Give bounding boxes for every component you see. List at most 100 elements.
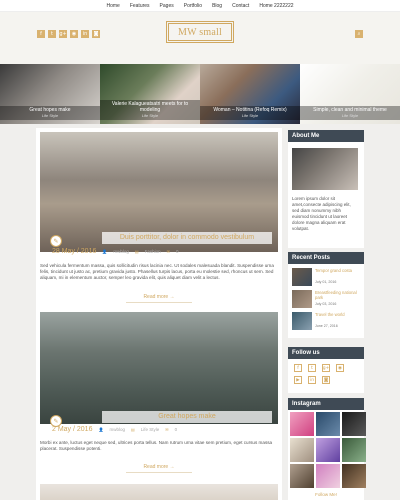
instagram-photo[interactable] xyxy=(316,412,340,436)
nav-blog[interactable]: Blog xyxy=(212,3,222,9)
follow-us-widget: Follow us f t g+ ◉ ▶ in ◙ xyxy=(288,347,364,393)
post-list: Duis porttitor, dolor in commodo vestibu… xyxy=(36,128,282,500)
nav-pages[interactable]: Pages xyxy=(160,3,174,9)
post-category[interactable]: Fashion xyxy=(145,249,161,254)
top-nav: Home Features Pages Portfolio Blog Conta… xyxy=(0,0,400,12)
instagram-photo[interactable] xyxy=(290,412,314,436)
rss-icon[interactable]: ◉ xyxy=(336,364,344,372)
user-icon: 👤 xyxy=(102,248,108,254)
google-plus-icon[interactable]: g+ xyxy=(59,30,67,38)
slide-2[interactable]: Valerie Kalagueatsatri meets for to mode… xyxy=(100,64,200,124)
widget-heading: Follow us xyxy=(288,347,364,359)
facebook-icon[interactable]: f xyxy=(37,30,45,38)
slide-category: Life Style xyxy=(141,113,159,118)
instagram-follow-link[interactable]: Follow Me! xyxy=(288,492,364,497)
instagram-icon[interactable]: ◙ xyxy=(92,30,100,38)
slide-caption: Woman – Notitina (Refoq Remix) Life Styl… xyxy=(200,106,300,120)
recent-post-title[interactable]: Tempor grand costa xyxy=(315,268,359,273)
featured-slider: Great hopes make Life Style Valerie Kala… xyxy=(0,64,400,124)
youtube-icon[interactable]: ▶ xyxy=(294,376,302,384)
instagram-photo[interactable] xyxy=(290,438,314,462)
slide-4[interactable]: Simple, clean and minimal theme Life Sty… xyxy=(300,64,400,124)
recent-post-title[interactable]: Breastfeeding national park xyxy=(315,290,359,300)
post-comments[interactable]: 0 xyxy=(175,427,178,432)
comment-icon: ✉ xyxy=(166,248,171,254)
post-date: 2 May / 2016 xyxy=(52,425,93,433)
instagram-photo[interactable] xyxy=(316,438,340,462)
nav-contact[interactable]: Contact xyxy=(232,3,249,9)
recent-post-date: June 27, 2016 xyxy=(315,324,338,328)
instagram-widget: Instagram Follow Me! xyxy=(288,398,366,500)
folder-icon: ▤ xyxy=(130,426,135,432)
slide-1[interactable]: Great hopes make Life Style xyxy=(0,64,100,124)
recent-post-thumb[interactable] xyxy=(292,268,312,286)
slide-3[interactable]: Woman – Notitina (Refoq Remix) Life Styl… xyxy=(200,64,300,124)
google-plus-icon[interactable]: g+ xyxy=(322,364,330,372)
instagram-photo[interactable] xyxy=(342,412,366,436)
logo-text: MW small xyxy=(168,23,232,41)
read-more-link[interactable]: Read more → xyxy=(126,294,192,303)
slide-caption: Valerie Kalagueatsatri meets for to mode… xyxy=(100,100,200,120)
slide-category: Life Style xyxy=(341,113,359,118)
user-icon: 👤 xyxy=(98,426,104,432)
nav-features[interactable]: Features xyxy=(130,3,150,9)
widget-heading: Recent Posts xyxy=(288,252,364,264)
post-title[interactable]: Duis porttitor, dolor in commodo vestibu… xyxy=(102,232,272,244)
recent-posts-widget: Recent Posts Tempor grand costa July 01,… xyxy=(288,252,364,338)
main-area: Duis porttitor, dolor in commodo vestibu… xyxy=(0,124,400,500)
recent-post-item[interactable]: Tempor grand costa July 01, 2016 xyxy=(292,268,358,286)
comment-icon: ✉ xyxy=(165,426,169,432)
post-image[interactable] xyxy=(40,484,278,500)
post-author[interactable]: mwblog xyxy=(113,249,129,254)
linkedin-icon[interactable]: in xyxy=(308,376,316,384)
instagram-icon[interactable]: ◙ xyxy=(322,376,330,384)
slide-title[interactable]: Valerie Kalagueatsatri meets for to mode… xyxy=(112,101,188,113)
about-widget: About Me Lorem ipsum dolor sit amet,cons… xyxy=(288,130,364,248)
recent-post-item[interactable]: Breastfeeding national park July 03, 201… xyxy=(292,290,358,308)
post-excerpt: Sed vehicula fermentum massa, quis solli… xyxy=(40,263,274,281)
header-social-icons: f t g+ ◉ in ◙ xyxy=(37,30,100,38)
post-meta: 28 May / 2016 👤 mwblog ▤ Fashion ✉ 0 xyxy=(52,246,179,256)
nav-portfolio[interactable]: Portfolio xyxy=(184,3,202,9)
nav-home-2[interactable]: Home 2222222 xyxy=(259,3,293,9)
widget-heading: Instagram xyxy=(288,398,364,410)
search-icon[interactable]: ⌕ xyxy=(355,30,363,38)
post-comments[interactable]: 0 xyxy=(176,249,179,254)
instagram-photo[interactable] xyxy=(316,464,340,488)
instagram-photo[interactable] xyxy=(342,464,366,488)
recent-post-item[interactable]: Travel the world June 27, 2016 xyxy=(292,312,358,330)
twitter-icon[interactable]: t xyxy=(48,30,56,38)
recent-post-date: July 01, 2016 xyxy=(315,280,337,284)
post-date: 28 May / 2016 xyxy=(52,247,97,255)
post-author[interactable]: mwblog xyxy=(109,427,125,432)
post-excerpt: Morbi ex ante, luctus eget neque sed, ul… xyxy=(40,440,273,452)
instagram-photo[interactable] xyxy=(342,438,366,462)
read-more-link[interactable]: Read more → xyxy=(126,464,192,473)
recent-post-thumb[interactable] xyxy=(292,312,312,330)
site-header: f t g+ ◉ in ◙ MW small ⌕ xyxy=(0,12,400,64)
follow-icons: f t g+ ◉ ▶ in ◙ xyxy=(294,364,344,384)
about-text: Lorem ipsum dolor sit amet,consecte adip… xyxy=(292,196,351,231)
post-category[interactable]: Life Style xyxy=(141,427,160,432)
recent-post-thumb[interactable] xyxy=(292,290,312,308)
instagram-photo[interactable] xyxy=(290,464,314,488)
slide-category: Life Style xyxy=(241,113,259,118)
post-image[interactable] xyxy=(40,312,278,424)
nav-home[interactable]: Home xyxy=(106,3,119,9)
slide-caption: Great hopes make Life Style xyxy=(0,106,100,120)
rss-icon[interactable]: ◉ xyxy=(70,30,78,38)
post-meta: 2 May / 2016 👤 mwblog ▤ Life Style ✉ 0 xyxy=(52,424,177,434)
post-title[interactable]: Great hopes make xyxy=(102,411,272,423)
slide-caption: Simple, clean and minimal theme Life Sty… xyxy=(300,106,400,120)
about-photo xyxy=(292,148,358,190)
twitter-icon[interactable]: t xyxy=(308,364,316,372)
recent-post-title[interactable]: Travel the world xyxy=(315,312,359,317)
facebook-icon[interactable]: f xyxy=(294,364,302,372)
site-logo[interactable]: MW small xyxy=(166,21,234,43)
slide-category: Life Style xyxy=(41,113,59,118)
linkedin-icon[interactable]: in xyxy=(81,30,89,38)
recent-post-date: July 03, 2016 xyxy=(315,302,337,306)
instagram-grid xyxy=(288,412,366,488)
folder-icon: ▤ xyxy=(134,248,139,254)
widget-heading: About Me xyxy=(288,130,364,142)
